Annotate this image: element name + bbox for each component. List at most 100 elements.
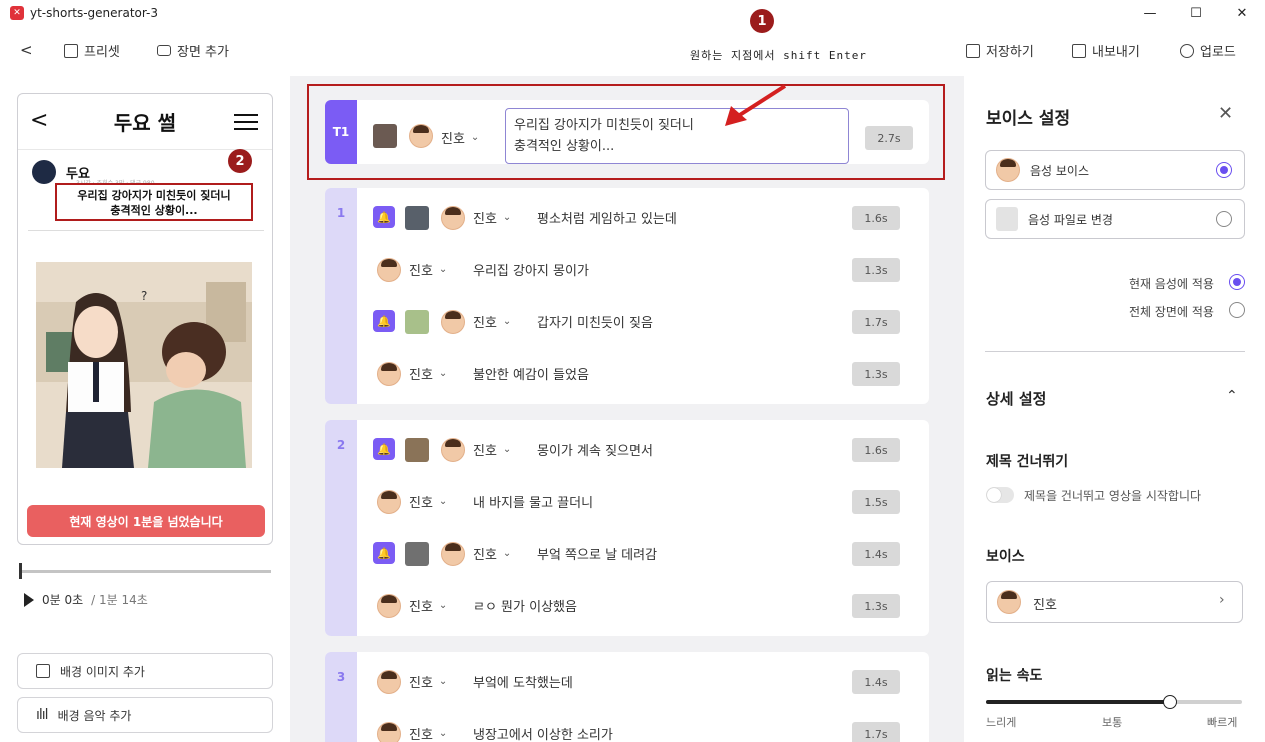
radio-file[interactable]	[1216, 211, 1232, 227]
script-line[interactable]: 🔔 진호 ⌄ 평소처럼 게임하고 있는데 1.6s	[357, 192, 929, 244]
media-thumbnail[interactable]	[405, 542, 429, 566]
voice-select[interactable]: 진호 ⌄	[409, 672, 447, 691]
speed-slider-thumb[interactable]	[1163, 695, 1178, 709]
voice-select[interactable]: 진호 ⌄	[473, 544, 511, 563]
chevron-up-icon[interactable]: ⌃	[1226, 388, 1238, 404]
export-icon	[1072, 43, 1086, 58]
script-line[interactable]: 진호 ⌄ 우리집 강아지 몽이가 1.3s	[357, 244, 929, 296]
duration-badge: 1.6s	[852, 206, 900, 230]
option-voice[interactable]: 음성 보이스	[985, 150, 1245, 190]
voice-avatar	[441, 542, 465, 566]
voice-select[interactable]: 진호 ⌄	[441, 128, 479, 147]
media-thumbnail[interactable]	[405, 206, 429, 230]
script-line[interactable]: 진호 ⌄ 부엌에 도착했는데 1.4s	[357, 656, 929, 708]
voice-select[interactable]: 진호 ⌄	[473, 208, 511, 227]
speed-slider[interactable]	[986, 695, 1242, 709]
duration-badge: 1.7s	[852, 722, 900, 742]
line-text[interactable]: 내 바지를 물고 끌더니	[473, 492, 593, 511]
line-text[interactable]: 불안한 예감이 들었음	[473, 364, 589, 383]
option-file[interactable]: 음성 파일로 변경	[985, 199, 1245, 239]
preset-button[interactable]: 프리셋	[64, 41, 120, 60]
annotation-badge-2: 2	[228, 149, 252, 173]
script-line[interactable]: 진호 ⌄ 내 바지를 물고 끌더니 1.5s	[357, 476, 929, 528]
line-text[interactable]: ㄹㅇ 뭔가 이상했음	[473, 596, 577, 615]
image-icon	[36, 664, 50, 678]
add-scene-label: 장면 추가	[177, 45, 229, 60]
add-background-image-button[interactable]: 배경 이미지 추가	[17, 653, 273, 689]
script-line[interactable]: 🔔 진호 ⌄ 부엌 쪽으로 날 데려감 1.4s	[357, 528, 929, 580]
script-line[interactable]: 진호 ⌄ 불안한 예감이 들었음 1.3s	[357, 348, 929, 400]
voice-select[interactable]: 진호 ⌄	[409, 364, 447, 383]
script-line[interactable]: 🔔 진호 ⌄ 몽이가 계속 짖으면서 1.6s	[357, 424, 929, 476]
close-window-button[interactable]: ✕	[1219, 0, 1265, 26]
bell-icon[interactable]: 🔔	[373, 310, 395, 332]
anime-scene-image: ?	[36, 262, 252, 468]
preset-label: 프리셋	[84, 45, 120, 60]
script-editor: T1 진호 ⌄ 우리집 강아지가 미친듯이 짖더니 충격적인 상황이... 2.7…	[305, 76, 950, 742]
voice-settings-panel: 보이스 설정 ✕ 음성 보이스 음성 파일로 변경 현재 음성에 적용 전체 장…	[964, 76, 1265, 742]
chevron-down-icon: ⌄	[438, 728, 448, 739]
bell-icon[interactable]: 🔔	[373, 438, 395, 460]
add-scene-button[interactable]: 장면 추가	[157, 41, 229, 60]
title-row[interactable]: T1 진호 ⌄ 우리집 강아지가 미친듯이 짖더니 충격적인 상황이... 2.7…	[325, 100, 929, 164]
voice-select[interactable]: 진호 ⌄	[409, 492, 447, 511]
minimize-button[interactable]: —	[1127, 0, 1173, 26]
preview-title: 두요 썰	[113, 111, 177, 135]
line-text[interactable]: 부엌 쪽으로 날 데려감	[537, 544, 657, 563]
radio-apply-all[interactable]	[1229, 302, 1245, 318]
line-text[interactable]: 평소처럼 게임하고 있는데	[537, 208, 677, 227]
chevron-down-icon: ⌄	[502, 444, 512, 455]
speed-heading: 읽는 속도	[986, 668, 1043, 684]
annotation-badge-1: 1	[750, 9, 774, 33]
script-line[interactable]: 진호 ⌄ 냉장고에서 이상한 소리가 1.7s	[357, 708, 929, 742]
window-title: yt-shorts-generator-3	[30, 6, 159, 20]
media-thumbnail[interactable]	[405, 438, 429, 462]
preview-title-line1: 우리집 강아지가 미친듯이 짖더니	[77, 189, 231, 202]
script-line[interactable]: 🔔 진호 ⌄ 갑자기 미친듯이 짖음 1.7s	[357, 296, 929, 348]
line-text[interactable]: 우리집 강아지 몽이가	[473, 260, 589, 279]
toolbar: < 프리셋 장면 추가 원하는 지점에서 shift Enter 저장하기 내보…	[0, 26, 1265, 76]
divider	[28, 230, 264, 231]
back-button[interactable]: <	[20, 41, 33, 59]
timeline-track[interactable]	[20, 570, 271, 573]
duration-badge: 2.7s	[865, 126, 913, 150]
line-text[interactable]: 부엌에 도착했는데	[473, 672, 573, 691]
export-button[interactable]: 내보내기	[1072, 41, 1140, 60]
skip-title-toggle[interactable]	[986, 487, 1014, 503]
maximize-button[interactable]: ☐	[1173, 0, 1219, 26]
media-thumbnail[interactable]	[405, 310, 429, 334]
voice-select-card[interactable]: 진호 ›	[986, 581, 1243, 623]
svg-text:?: ?	[141, 289, 147, 303]
voice-name: 진호	[409, 600, 433, 615]
upload-button[interactable]: 업로드	[1180, 41, 1236, 60]
duration-badge: 1.3s	[852, 362, 900, 386]
voice-avatar	[409, 124, 433, 148]
script-line[interactable]: 진호 ⌄ ㄹㅇ 뭔가 이상했음 1.3s	[357, 580, 929, 632]
bell-icon[interactable]: 🔔	[373, 206, 395, 228]
skip-title-heading: 제목 건너뛰기	[986, 454, 1069, 470]
bell-icon[interactable]: 🔔	[373, 542, 395, 564]
timeline-scrubber[interactable]	[19, 563, 22, 579]
close-icon[interactable]: ✕	[1218, 103, 1233, 124]
voice-select[interactable]: 진호 ⌄	[409, 724, 447, 742]
speed-fast-label: 빠르게	[1207, 716, 1238, 729]
preview-title-line2: 충격적인 상황이...	[110, 204, 198, 217]
play-icon[interactable]	[24, 592, 34, 607]
voice-select[interactable]: 진호 ⌄	[409, 260, 447, 279]
scene-index: 2	[325, 420, 357, 636]
save-button[interactable]: 저장하기	[966, 41, 1034, 60]
radio-voice[interactable]	[1216, 162, 1232, 178]
voice-select[interactable]: 진호 ⌄	[409, 596, 447, 615]
voice-select[interactable]: 진호 ⌄	[473, 440, 511, 459]
line-text[interactable]: 몽이가 계속 짖으면서	[537, 440, 653, 459]
line-text[interactable]: 냉장고에서 이상한 소리가	[473, 724, 613, 742]
voice-name: 진호	[473, 212, 497, 227]
scene-group-1: 1 🔔 진호 ⌄ 평소처럼 게임하고 있는데 1.6s 진호 ⌄ 우리집 강아지 몽…	[325, 188, 929, 404]
voice-select[interactable]: 진호 ⌄	[473, 312, 511, 331]
line-text[interactable]: 갑자기 미친듯이 짖음	[537, 312, 653, 331]
radio-apply-current[interactable]	[1229, 274, 1245, 290]
duration-badge: 1.4s	[852, 670, 900, 694]
title-thumbnail[interactable]	[373, 124, 397, 148]
cloud-upload-icon	[1180, 43, 1194, 58]
add-background-music-button[interactable]: ılıl 배경 음악 추가	[17, 697, 273, 733]
